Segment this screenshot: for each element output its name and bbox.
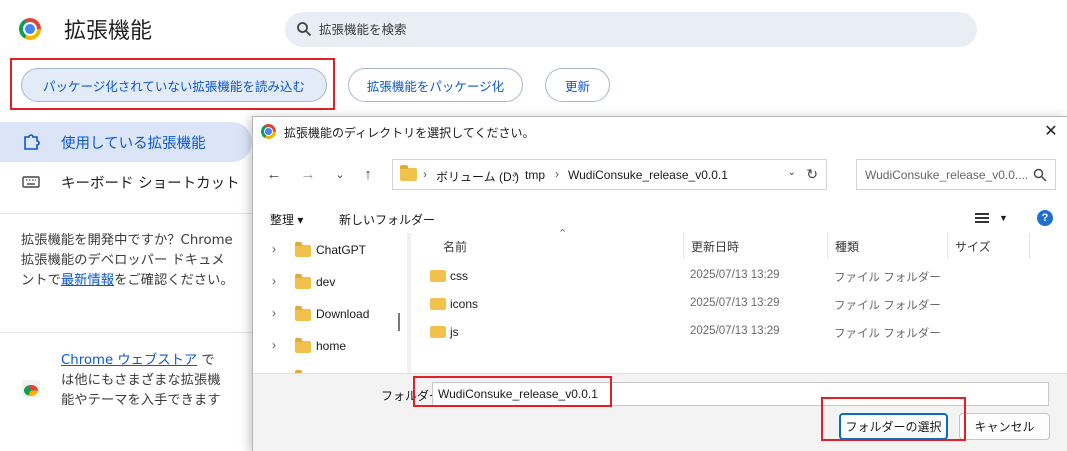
- dialog-search-input[interactable]: [857, 160, 1027, 189]
- sort-ascending-icon: ⌃: [558, 228, 568, 240]
- tree-item-chatgpt[interactable]: › ChatGPT: [253, 235, 393, 265]
- chrome-logo-icon: [261, 124, 276, 139]
- file-date: 2025/07/13 13:29: [690, 269, 780, 281]
- load-unpacked-button[interactable]: パッケージ化されていない拡張機能を読み込む: [21, 68, 327, 102]
- tree-item-download[interactable]: › Download: [253, 299, 393, 329]
- tree-item-dev[interactable]: › dev: [253, 267, 393, 297]
- file-date: 2025/07/13 13:29: [690, 297, 780, 309]
- cancel-button[interactable]: キャンセル: [959, 413, 1050, 440]
- folder-icon: [430, 270, 446, 282]
- back-arrow-icon[interactable]: ←: [263, 165, 285, 185]
- sidebar-divider: [0, 332, 252, 333]
- chrome-logo-icon: [19, 18, 41, 40]
- folder-icon: [295, 274, 311, 289]
- sidebar-item-keyboard-shortcuts[interactable]: キーボード ショートカット: [0, 162, 252, 202]
- forward-arrow-icon[interactable]: →: [297, 165, 319, 185]
- column-header-modified[interactable]: 更新日時: [691, 238, 739, 255]
- folder-icon: [430, 298, 446, 310]
- folder-icon: [400, 165, 417, 181]
- column-divider[interactable]: [827, 233, 828, 259]
- web-store-text: Chrome ウェブストア では他にもさまざまな拡張機能やテーマを入手できます: [61, 353, 221, 408]
- dialog-navigation-bar: ← → ⌄ ↑ › ボリューム (D:) › tmp › WudiConsuke…: [253, 147, 1067, 203]
- search-icon: [297, 22, 312, 37]
- folder-icon: [295, 338, 311, 353]
- folder-name-field[interactable]: [432, 382, 1049, 406]
- breadcrumb-tmp[interactable]: tmp: [525, 168, 545, 182]
- tree-item-partial[interactable]: ›: [253, 363, 393, 373]
- search-icon: [1033, 168, 1047, 182]
- extensions-header: 拡張機能: [0, 0, 1067, 58]
- chevron-right-icon: ›: [555, 167, 559, 181]
- dialog-search-box[interactable]: [856, 159, 1056, 190]
- folder-icon: [295, 306, 311, 321]
- file-type: ファイル フォルダー: [834, 300, 941, 312]
- file-name: icons: [450, 297, 479, 311]
- sidebar-item-label: キーボード ショートカット: [61, 175, 240, 192]
- refresh-icon[interactable]: ↻: [806, 166, 818, 183]
- chevron-right-icon: ›: [423, 167, 427, 181]
- dialog-footer: フォルダー: フォルダーの選択 キャンセル: [253, 373, 1067, 451]
- column-header-size[interactable]: サイズ: [955, 238, 991, 255]
- tree-scrollbar[interactable]: [398, 313, 400, 331]
- breadcrumb-volume[interactable]: ボリューム (D:): [436, 168, 519, 185]
- column-header-type[interactable]: 種類: [835, 238, 859, 255]
- developer-info-text: 拡張機能を開発中ですか？Chrome 拡張機能のデベロッパー ドキュメントで最新…: [21, 233, 234, 288]
- close-icon[interactable]: ✕: [1040, 121, 1062, 143]
- extensions-search-input[interactable]: [319, 12, 939, 47]
- dialog-title-bar: 拡張機能のディレクトリを選択してください。 ✕: [253, 117, 1067, 147]
- file-date: 2025/07/13 13:29: [690, 325, 780, 337]
- column-divider[interactable]: [1029, 233, 1030, 259]
- file-name: css: [450, 269, 468, 283]
- chevron-down-icon[interactable]: ▼: [999, 213, 1008, 223]
- dialog-title: 拡張機能のディレクトリを選択してください。: [284, 126, 535, 140]
- address-bar[interactable]: › ボリューム (D:) › tmp › WudiConsuke_release…: [392, 159, 827, 190]
- chevron-right-icon[interactable]: ›: [272, 274, 276, 288]
- file-row[interactable]: js 2025/07/13 13:29 ファイル フォルダー: [410, 318, 1066, 346]
- file-type: ファイル フォルダー: [834, 328, 941, 340]
- puzzle-icon: [24, 134, 40, 150]
- page-title: 拡張機能: [64, 19, 153, 44]
- chevron-right-icon[interactable]: ›: [272, 306, 276, 320]
- organize-menu[interactable]: 整理 ▾: [270, 211, 303, 228]
- chevron-down-icon[interactable]: ⌄: [788, 167, 796, 178]
- help-icon[interactable]: ?: [1037, 210, 1053, 226]
- column-divider[interactable]: [947, 233, 948, 259]
- chevron-down-icon[interactable]: ⌄: [329, 165, 351, 185]
- chevron-right-icon: ›: [513, 167, 517, 181]
- column-divider[interactable]: [683, 233, 684, 259]
- web-store-link[interactable]: Chrome ウェブストア: [61, 353, 197, 368]
- sidebar-item-my-extensions[interactable]: 使用している拡張機能: [0, 122, 252, 162]
- dialog-command-bar: 整理 ▾ 新しいフォルダー ▼ ?: [253, 203, 1067, 233]
- folder-icon: [430, 326, 446, 338]
- folder-icon: [295, 242, 311, 257]
- tree-item-home[interactable]: › home: [253, 331, 393, 361]
- latest-info-link[interactable]: 最新情報: [61, 273, 114, 288]
- column-header-name[interactable]: 名前: [443, 238, 467, 255]
- breadcrumb-current-folder[interactable]: WudiConsuke_release_v0.0.1: [568, 168, 728, 182]
- up-arrow-icon[interactable]: ↑: [357, 165, 379, 185]
- extensions-search-box[interactable]: [285, 12, 977, 47]
- sidebar-divider: [0, 213, 252, 214]
- keyboard-icon: [22, 176, 40, 188]
- view-options-icon[interactable]: [975, 213, 989, 223]
- file-name: js: [450, 325, 459, 339]
- chevron-right-icon[interactable]: ›: [272, 338, 276, 352]
- pack-extension-button[interactable]: 拡張機能をパッケージ化: [348, 68, 523, 102]
- select-folder-button[interactable]: フォルダーの選択: [839, 413, 948, 440]
- web-store-icon: [22, 380, 40, 398]
- sidebar-item-label: 使用している拡張機能: [61, 135, 206, 152]
- new-folder-button[interactable]: 新しいフォルダー: [339, 211, 435, 228]
- update-button[interactable]: 更新: [545, 68, 610, 102]
- file-row[interactable]: icons 2025/07/13 13:29 ファイル フォルダー: [410, 290, 1066, 318]
- chevron-right-icon[interactable]: ›: [272, 242, 276, 256]
- folder-name-input[interactable]: [433, 383, 1048, 405]
- folder-tree-pane: › ChatGPT › dev › Download › home ›: [253, 233, 407, 373]
- file-type: ファイル フォルダー: [834, 272, 941, 284]
- file-row[interactable]: css 2025/07/13 13:29 ファイル フォルダー: [410, 262, 1066, 290]
